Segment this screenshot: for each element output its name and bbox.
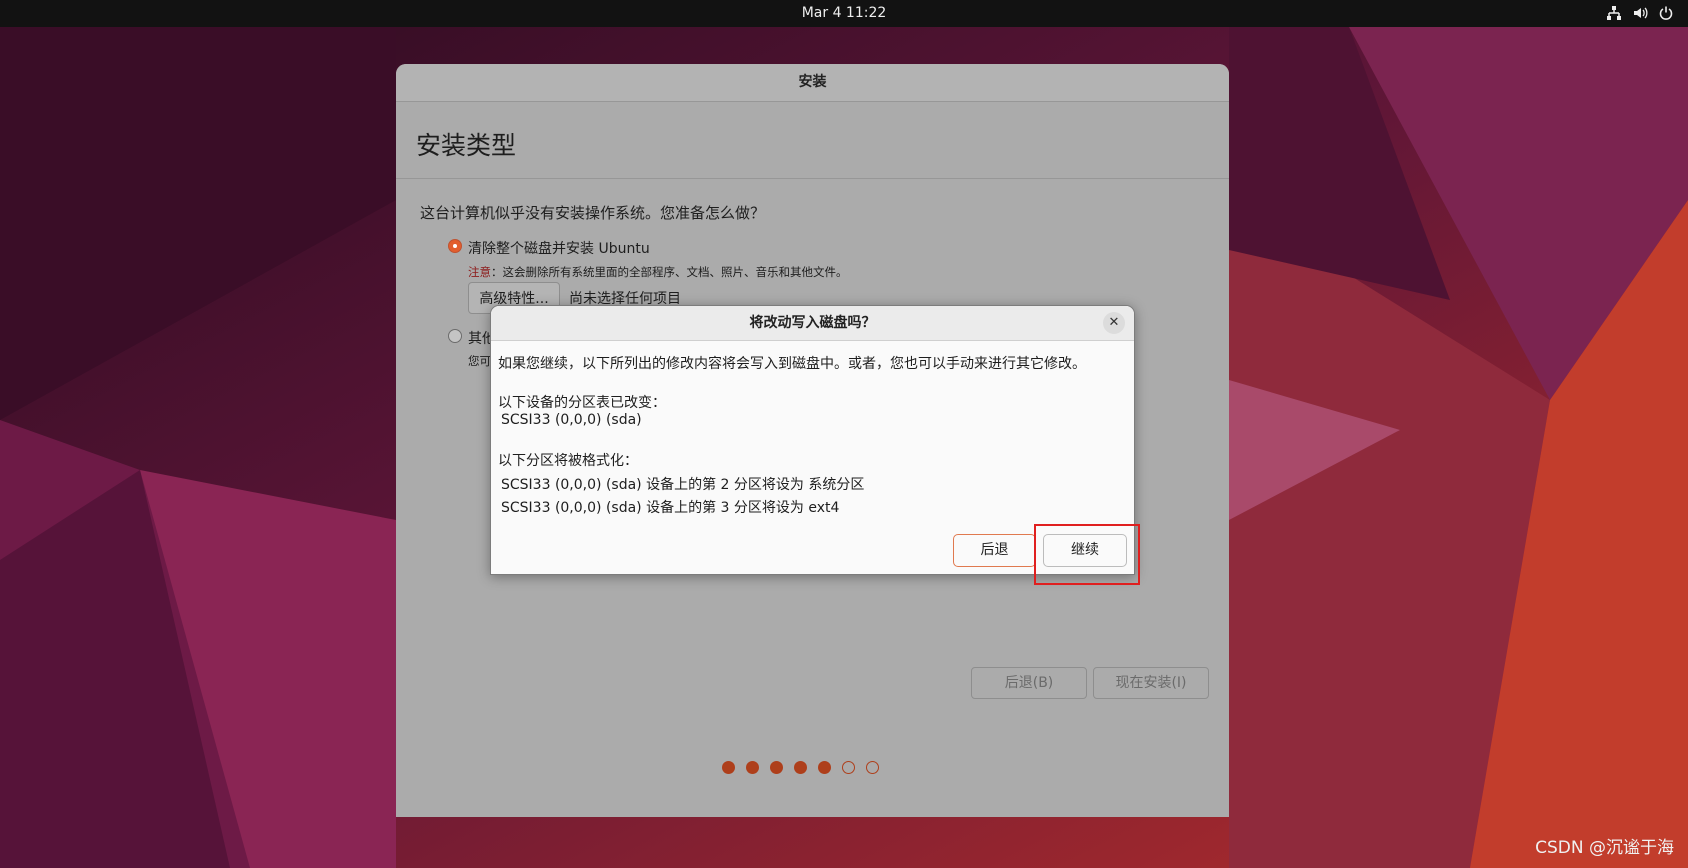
volume-icon[interactable]: [1632, 5, 1648, 21]
dialog-intro: 如果您继续，以下所列出的修改内容将会写入到磁盘中。或者，您也可以手动来进行其它修…: [498, 356, 1086, 372]
step-dot: [722, 761, 735, 774]
warning-label: 注意: [468, 265, 491, 279]
install-now-button[interactable]: 现在安装(I): [1093, 667, 1209, 699]
dialog-back-button[interactable]: 后退: [953, 534, 1036, 567]
partition-table-device: SCSI33 (0,0,0) (sda): [501, 412, 642, 428]
erase-disk-label[interactable]: 清除整个磁盘并安装 Ubuntu: [468, 238, 650, 258]
dialog-title: 将改动写入磁盘吗？: [491, 306, 1134, 341]
format-line-2: SCSI33 (0,0,0) (sda) 设备上的第 3 分区将设为 ext4: [501, 500, 840, 516]
back-button[interactable]: 后退(B): [971, 667, 1087, 699]
something-else-radio[interactable]: [448, 329, 462, 343]
erase-warning: 注意：这会删除所有系统里面的全部程序、文档、照片、音乐和其他文件。: [468, 264, 848, 280]
step-dot: [746, 761, 759, 774]
install-question: 这台计算机似乎没有安装操作系统。您准备怎么做？: [420, 204, 766, 222]
page-title: 安装类型: [416, 131, 517, 160]
annotation-highlight-box: [1034, 524, 1140, 585]
watermark: CSDN @沉谧于海: [1535, 838, 1674, 858]
format-heading: 以下分区将被格式化：: [498, 453, 638, 469]
power-icon[interactable]: [1658, 5, 1674, 21]
installer-title: 安装: [396, 64, 1229, 102]
step-dot: [866, 761, 879, 774]
step-dot: [818, 761, 831, 774]
something-else-desc: 您可: [468, 354, 491, 368]
top-bar: Mar 4 11:22: [0, 0, 1688, 27]
erase-disk-radio[interactable]: [448, 239, 462, 253]
network-icon[interactable]: [1606, 5, 1622, 21]
close-icon[interactable]: ✕: [1103, 312, 1125, 334]
format-line-1: SCSI33 (0,0,0) (sda) 设备上的第 2 分区将设为 系统分区: [501, 477, 865, 493]
warning-text: ：这会删除所有系统里面的全部程序、文档、照片、音乐和其他文件。: [491, 265, 848, 279]
clock[interactable]: Mar 4 11:22: [0, 5, 1688, 21]
step-dot: [842, 761, 855, 774]
installer-header: 安装类型: [396, 102, 1229, 179]
system-tray[interactable]: [1606, 5, 1674, 21]
step-progress: [722, 761, 879, 774]
partition-table-heading: 以下设备的分区表已改变：: [498, 395, 666, 411]
step-dot: [770, 761, 783, 774]
step-dot: [794, 761, 807, 774]
